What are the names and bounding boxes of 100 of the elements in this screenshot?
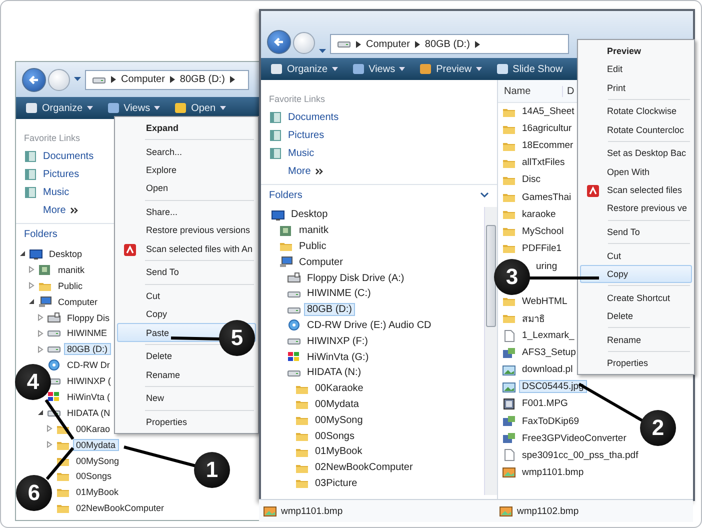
toolbar-button[interactable]: Preview — [416, 63, 485, 75]
tree-item[interactable]: 00MySong — [312, 414, 366, 427]
tree-item[interactable]: 80GB (D:) — [304, 303, 356, 316]
tree-item[interactable]: 00Songs — [312, 430, 358, 443]
expand-arrow-icon[interactable] — [28, 298, 35, 306]
menu-item[interactable]: New — [117, 389, 256, 408]
menu-item[interactable]: Send To — [117, 263, 256, 282]
file-item[interactable]: MySchool — [519, 224, 567, 238]
tree-item[interactable]: 02NewBookComputer — [312, 461, 416, 474]
menu-item[interactable]: Scan selected files — [580, 180, 692, 200]
file-item[interactable]: 14A5_Sheet — [519, 105, 578, 118]
tree-item[interactable]: Floppy Disk Drive (A:) — [304, 272, 408, 285]
file-item[interactable]: wmp1102.bmp — [517, 506, 579, 516]
menu-item[interactable]: Open — [117, 179, 256, 198]
tree-item[interactable]: CD-RW Dr — [64, 359, 113, 372]
favorite-link[interactable]: Documents — [43, 150, 94, 162]
file-item[interactable]: uring — [533, 260, 560, 273]
expand-arrow-icon[interactable] — [19, 250, 26, 258]
favorite-link[interactable]: Pictures — [43, 168, 80, 180]
tree-item[interactable]: 00Mydata — [73, 438, 119, 451]
file-item[interactable]: 18Ecommer — [519, 139, 576, 152]
breadcrumb-item[interactable]: Computer — [366, 38, 410, 50]
menu-item[interactable]: Share... — [117, 202, 256, 222]
file-item[interactable]: Free3GPVideoConverter — [519, 432, 630, 445]
tree-item[interactable]: 00Mydata — [312, 398, 362, 411]
tree-item[interactable]: 00MySong — [73, 454, 122, 467]
column-header[interactable]: Name — [498, 86, 563, 96]
back-button[interactable] — [22, 68, 46, 92]
file-item[interactable]: PDFFile1 — [519, 242, 565, 255]
breadcrumb-item[interactable]: 80GB (D:) — [424, 38, 470, 50]
dropdown-caret-icon[interactable] — [319, 49, 326, 54]
favorite-link[interactable]: Documents — [288, 112, 339, 122]
dropdown-caret-icon[interactable] — [74, 77, 81, 82]
file-item[interactable]: FaxToDKip69 — [519, 414, 582, 428]
tree-item[interactable]: HIWINME — [64, 327, 110, 340]
menu-item[interactable]: Expand — [117, 119, 256, 138]
tree-item[interactable]: HIDATA (N:) — [304, 366, 364, 380]
favorite-link[interactable]: Music — [43, 186, 70, 198]
tree-item[interactable]: 01MyBook — [73, 486, 122, 498]
tree-item[interactable]: CD-RW Drive (E:) Audio CD — [304, 318, 434, 332]
menu-item[interactable]: Restore previous versions — [117, 221, 256, 240]
tree-item[interactable]: Desktop — [46, 248, 86, 260]
more-link[interactable]: More — [288, 166, 311, 176]
toolbar-button[interactable]: Views — [104, 102, 164, 114]
file-item[interactable]: spe3091cc_00_pss_tha.pdf — [519, 448, 642, 462]
tree-item[interactable]: 00Karao — [73, 422, 114, 435]
breadcrumb-item[interactable]: 80GB (D:) — [180, 74, 225, 85]
tree-item[interactable]: HIWINXP ( — [64, 375, 114, 388]
tree-item[interactable]: 03Picture — [312, 476, 360, 490]
tree-item[interactable]: manitk — [55, 264, 88, 276]
tree-item[interactable]: HiWinVta ( — [64, 390, 114, 403]
breadcrumb-item[interactable]: Computer — [121, 74, 165, 85]
file-item[interactable]: GamesThai — [519, 190, 574, 204]
more-link[interactable]: More — [43, 204, 66, 216]
file-item[interactable]: AFS3_Setup — [519, 346, 579, 360]
forward-button[interactable] — [293, 32, 315, 54]
menu-item[interactable]: Send To — [580, 222, 692, 242]
tree-item[interactable]: HiWinVta (G:) — [304, 350, 372, 364]
menu-item[interactable]: Cut — [117, 286, 256, 306]
file-item[interactable]: Disc — [519, 173, 544, 186]
address-bar[interactable]: Computer 80GB (D:) — [330, 34, 569, 54]
menu-item[interactable]: Scan selected files with An — [117, 240, 256, 258]
menu-item[interactable]: Open With — [580, 162, 692, 181]
tree-item[interactable]: Computer — [55, 296, 101, 308]
file-item[interactable]: wmp1101.bmp — [519, 466, 587, 479]
back-button[interactable] — [267, 30, 291, 54]
menu-item[interactable]: Print — [580, 78, 692, 97]
tree-item[interactable]: HIWINXP (F:) — [304, 334, 371, 348]
menu-item[interactable]: Rotate Countercloc — [580, 120, 692, 139]
menu-item[interactable]: Restore previous ve — [580, 199, 692, 218]
tree-item[interactable]: Computer — [296, 256, 346, 269]
file-item[interactable]: F001.MPG — [519, 397, 571, 410]
favorite-link[interactable]: Music — [288, 148, 314, 158]
menu-item[interactable]: Create Shortcut — [580, 288, 692, 307]
menu-item[interactable]: Cut — [580, 246, 692, 265]
menu-item[interactable]: Explore — [117, 160, 256, 180]
chevron-down-icon[interactable] — [480, 192, 489, 198]
toolbar-button[interactable]: Organize — [22, 102, 96, 114]
tree-item[interactable]: 00Songs — [73, 470, 115, 482]
forward-button[interactable] — [48, 68, 70, 90]
toolbar-button[interactable]: Organize — [267, 63, 341, 75]
file-item[interactable]: DSC05445.jpg — [519, 380, 587, 394]
menu-item[interactable]: Preview — [580, 42, 692, 60]
menu-item[interactable]: Properties — [580, 354, 692, 372]
tree-item[interactable]: Floppy Dis — [64, 312, 113, 324]
file-item[interactable]: WebHTML — [519, 294, 570, 308]
tree-item[interactable]: 01MyBook — [312, 445, 366, 458]
file-item[interactable]: download.pl — [519, 363, 576, 376]
file-item[interactable]: wmp1101.bmp — [281, 506, 343, 516]
favorite-link[interactable]: Pictures — [288, 130, 324, 140]
menu-item[interactable]: Properties — [117, 412, 256, 432]
tree-item[interactable]: 80GB (D:) — [64, 343, 111, 356]
toolbar-button[interactable]: Open — [171, 102, 229, 114]
column-header[interactable]: D — [563, 86, 574, 96]
tree-item[interactable]: 02NewBookComputer — [73, 502, 168, 514]
tree-item[interactable]: Desktop — [288, 208, 331, 222]
tree-item[interactable]: HIDATA (N — [64, 406, 114, 419]
tree-item[interactable]: Public — [296, 240, 330, 253]
expand-arrow-icon[interactable] — [37, 409, 44, 416]
menu-item[interactable]: Search... — [117, 142, 256, 161]
